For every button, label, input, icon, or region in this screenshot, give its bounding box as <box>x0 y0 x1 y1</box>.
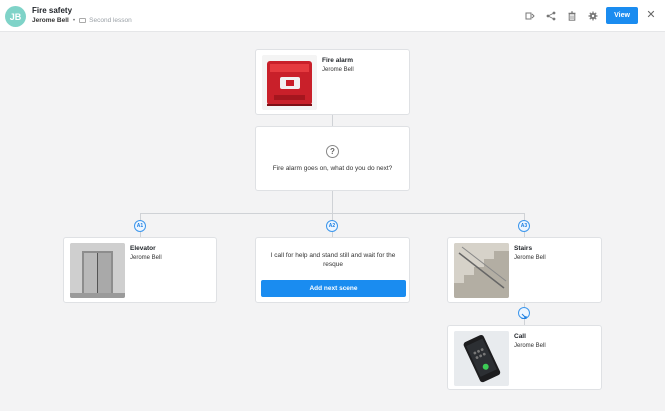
gear-icon[interactable] <box>587 10 599 22</box>
top-bar: JB Fire safety Jerome Bell • Second less… <box>0 0 665 32</box>
scene-title: Call <box>514 333 526 340</box>
answer-badge-a2[interactable]: A2 <box>326 220 338 232</box>
trash-icon[interactable] <box>566 10 578 22</box>
view-button[interactable]: View <box>606 7 638 24</box>
author-name: Jerome Bell <box>32 17 69 24</box>
lesson-icon <box>79 18 87 23</box>
question-card[interactable]: ? Fire alarm goes on, what do you do nex… <box>255 126 410 191</box>
scenario-canvas[interactable]: Fire alarm Jerome Bell ? Fire alarm goes… <box>0 33 665 411</box>
fire-alarm-image <box>262 55 317 110</box>
stairs-image <box>454 243 509 298</box>
avatar[interactable]: JB <box>5 6 26 27</box>
connector-line <box>332 191 333 213</box>
answer-text: I call for help and stand still and wait… <box>270 252 396 268</box>
subtitle: Jerome Bell • Second lesson <box>32 17 132 24</box>
preview-icon[interactable] <box>524 10 536 22</box>
scene-author: Jerome Bell <box>322 67 354 73</box>
phone-image <box>454 331 509 386</box>
add-next-scene-button[interactable]: Add next scene <box>261 280 406 297</box>
scene-author: Jerome Bell <box>514 343 546 349</box>
scene-author: Jerome Bell <box>130 255 162 261</box>
page-title: Fire safety <box>32 6 73 15</box>
scene-author: Jerome Bell <box>514 255 546 261</box>
elevator-image <box>70 243 125 298</box>
answer-card-wait: I call for help and stand still and wait… <box>255 237 410 303</box>
question-text: Fire alarm goes on, what do you do next? <box>272 165 393 172</box>
lesson-name[interactable]: Second lesson <box>89 17 132 24</box>
scene-card-call[interactable]: Call Jerome Bell <box>447 325 602 390</box>
scene-card-elevator[interactable]: Elevator Jerome Bell <box>63 237 217 303</box>
link-icon[interactable] <box>518 307 530 319</box>
answer-badge-a3[interactable]: A3 <box>518 220 530 232</box>
connector-line <box>332 115 333 126</box>
scene-title: Fire alarm <box>322 57 354 64</box>
scene-card-stairs[interactable]: Stairs Jerome Bell <box>447 237 602 303</box>
scene-title: Stairs <box>514 245 533 252</box>
share-icon[interactable] <box>545 10 557 22</box>
close-icon[interactable]: ✕ <box>645 9 657 21</box>
answer-badge-a1[interactable]: A1 <box>134 220 146 232</box>
scene-card-fire-alarm[interactable]: Fire alarm Jerome Bell <box>255 49 410 115</box>
separator: • <box>72 17 76 24</box>
question-icon: ? <box>326 145 339 158</box>
scene-title: Elevator <box>130 245 156 252</box>
